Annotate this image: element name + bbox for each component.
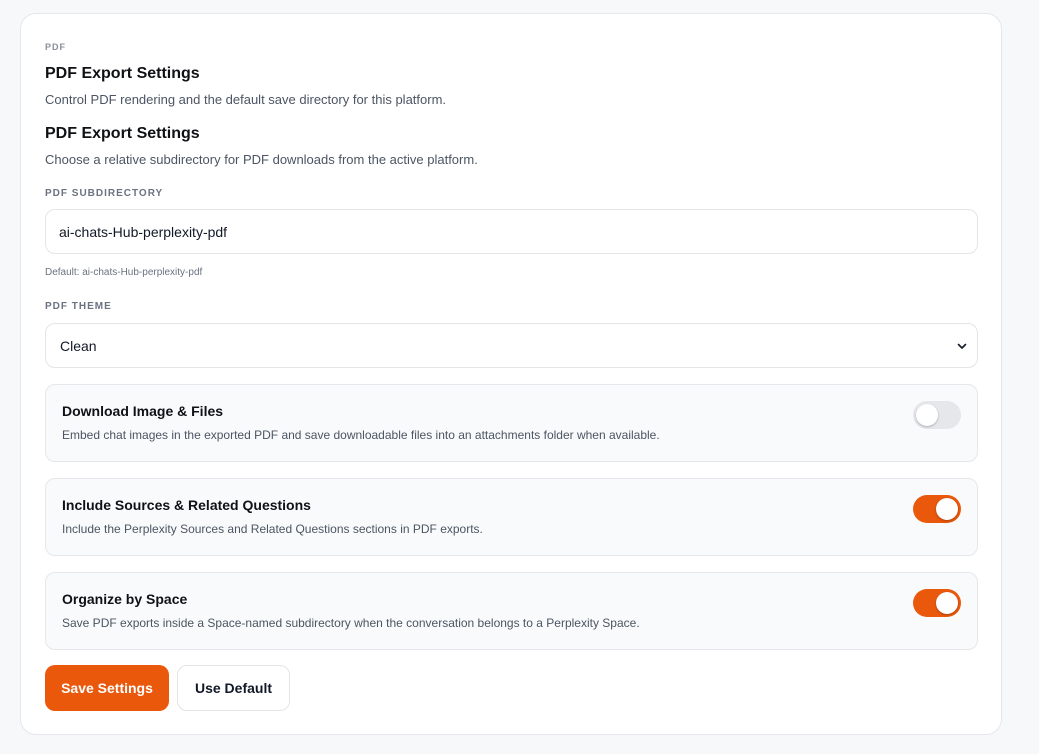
toggle-knob <box>936 498 958 520</box>
chevron-down-icon <box>957 343 967 349</box>
toggle-title: Organize by Space <box>62 591 188 607</box>
pdf-settings-card: PDF PDF Export Settings Control PDF rend… <box>20 13 1002 735</box>
section-title: PDF Export Settings <box>45 125 200 142</box>
save-settings-button[interactable]: Save Settings <box>45 665 169 711</box>
subdirectory-input[interactable] <box>45 209 978 254</box>
organize-space-toggle[interactable] <box>913 589 961 617</box>
include-sources-toggle[interactable] <box>913 495 961 523</box>
use-default-button[interactable]: Use Default <box>177 665 290 711</box>
section-tag: PDF <box>45 42 66 52</box>
download-files-toggle[interactable] <box>913 401 961 429</box>
page-subtitle: Control PDF rendering and the default sa… <box>45 92 447 107</box>
toggle-knob <box>916 404 938 426</box>
section-subtitle: Choose a relative subdirectory for PDF d… <box>45 152 478 167</box>
subdirectory-hint: Default: ai-chats-Hub-perplexity-pdf <box>45 267 203 278</box>
subdirectory-label: PDF SUBDIRECTORY <box>45 188 164 199</box>
toggle-title: Download Image & Files <box>62 403 224 419</box>
toggle-card-organize-space: Organize by Space Save PDF exports insid… <box>45 572 978 650</box>
theme-select[interactable]: Clean <box>45 323 978 368</box>
toggle-title: Include Sources & Related Questions <box>62 497 311 513</box>
toggle-description: Include the Perplexity Sources and Relat… <box>62 522 483 536</box>
toggle-card-include-sources: Include Sources & Related Questions Incl… <box>45 478 978 556</box>
toggle-knob <box>936 592 958 614</box>
page-title: PDF Export Settings <box>45 65 200 82</box>
theme-selected-value: Clean <box>60 337 97 354</box>
theme-label: PDF THEME <box>45 301 112 312</box>
toggle-description: Save PDF exports inside a Space-named su… <box>62 616 640 630</box>
toggle-description: Embed chat images in the exported PDF an… <box>62 428 660 442</box>
toggle-card-download-files: Download Image & Files Embed chat images… <box>45 384 978 462</box>
